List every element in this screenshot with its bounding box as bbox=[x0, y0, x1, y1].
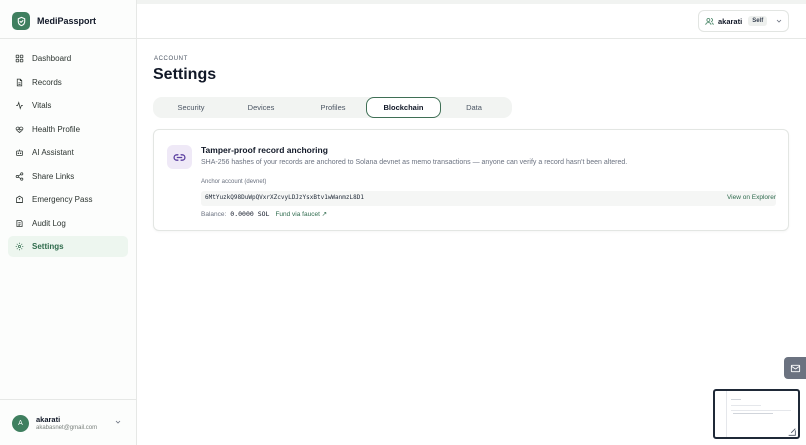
sidebar-item-records[interactable]: Records bbox=[8, 72, 128, 93]
anchor-account-label: Anchor account (devnet) bbox=[201, 179, 267, 185]
card-description: SHA-256 hashes of your records are ancho… bbox=[201, 159, 628, 166]
heart-icon bbox=[15, 126, 24, 133]
sidebar-item-label: Emergency Pass bbox=[32, 195, 93, 204]
bot-icon bbox=[16, 149, 23, 156]
sidebar-item-label: AI Assistant bbox=[32, 148, 74, 157]
sidebar-item-label: Health Profile bbox=[32, 124, 81, 134]
grid-icon bbox=[15, 54, 24, 63]
sidebar-item-label: Records bbox=[32, 77, 62, 87]
balance-value: 0.0000 SOL bbox=[230, 210, 270, 218]
divider bbox=[0, 38, 137, 39]
view-on-explorer-link[interactable]: View on Explorer bbox=[727, 194, 776, 201]
thumbnail-line bbox=[731, 399, 741, 400]
settings-tabs: Security Devices Profiles Blockchain Dat… bbox=[153, 97, 512, 118]
thumbnail-line bbox=[733, 413, 773, 414]
account-email: akabasnet@gmail.com bbox=[36, 425, 98, 431]
account-switcher[interactable]: A akarati akabasnet@gmail.com bbox=[0, 399, 137, 445]
resize-corner-icon[interactable] bbox=[786, 427, 798, 437]
users-icon bbox=[705, 17, 714, 25]
chevron-down-icon bbox=[115, 420, 121, 424]
gear-icon bbox=[15, 242, 24, 251]
thumbnail-line bbox=[731, 410, 791, 411]
thumbnail-sidebar bbox=[715, 391, 727, 437]
pulse-icon bbox=[16, 101, 23, 110]
tab-devices[interactable]: Devices bbox=[225, 97, 297, 118]
header-user-name: akarati bbox=[718, 16, 743, 26]
sidebar: MediPassport Dashboard Records Vitals He… bbox=[0, 0, 137, 445]
profile-badge: Self bbox=[748, 16, 768, 26]
sidebar-item-health-profile[interactable]: Health Profile bbox=[8, 119, 128, 140]
card-title: Tamper-proof record anchoring bbox=[201, 145, 328, 155]
user-menu-button[interactable]: akarati Self bbox=[698, 10, 789, 32]
sidebar-item-ai-assistant[interactable]: AI Assistant bbox=[8, 142, 128, 163]
sidebar-item-dashboard[interactable]: Dashboard bbox=[8, 48, 128, 69]
link-icon bbox=[167, 145, 192, 169]
account-name: akarati bbox=[36, 415, 61, 424]
sidebar-item-label: Dashboard bbox=[32, 54, 72, 63]
tab-security[interactable]: Security bbox=[153, 97, 229, 118]
sidebar-item-share-links[interactable]: Share Links bbox=[8, 166, 128, 187]
balance-label: Balance: bbox=[201, 210, 227, 218]
sidebar-nav: Dashboard Records Vitals Health Profile … bbox=[8, 48, 128, 260]
ambulance-icon bbox=[16, 195, 23, 203]
sidebar-item-vitals[interactable]: Vitals bbox=[8, 95, 128, 116]
page-eyebrow: ACCOUNT bbox=[154, 56, 188, 62]
fund-via-faucet-link[interactable]: Fund via faucet ↗ bbox=[275, 210, 327, 218]
page-title: Settings bbox=[153, 66, 217, 83]
header-divider bbox=[137, 38, 806, 39]
balance-row: Balance: 0.0000 SOL Fund via faucet ↗ bbox=[201, 210, 327, 218]
anchor-account-field[interactable]: 6MtYuzkQ98DuWpQVxrXZcvyLDJzYsxBtv1wWanmz… bbox=[201, 191, 776, 206]
sidebar-item-label: Audit Log bbox=[32, 218, 66, 228]
mail-icon bbox=[790, 364, 800, 372]
blockchain-anchoring-card: Tamper-proof record anchoring SHA-256 ha… bbox=[153, 129, 789, 231]
tab-data[interactable]: Data bbox=[438, 97, 510, 118]
sidebar-item-audit-log[interactable]: Audit Log bbox=[8, 213, 128, 234]
anchor-account-address: 6MtYuzkQ98DuWpQVxrXZcvyLDJzYsxBtv1wWanmz… bbox=[205, 194, 364, 201]
shield-logo-icon bbox=[12, 12, 30, 30]
sidebar-item-emergency-pass[interactable]: Emergency Pass bbox=[8, 189, 128, 210]
avatar: A bbox=[12, 415, 29, 432]
log-icon bbox=[16, 219, 23, 227]
file-icon bbox=[16, 78, 23, 86]
tab-blockchain[interactable]: Blockchain bbox=[366, 97, 441, 118]
thumbnail-line bbox=[731, 405, 761, 406]
sidebar-item-label: Share Links bbox=[32, 171, 75, 181]
sidebar-item-settings[interactable]: Settings bbox=[8, 236, 128, 257]
feedback-widget-button[interactable] bbox=[784, 357, 806, 379]
share-icon bbox=[15, 171, 24, 181]
sidebar-item-label: Vitals bbox=[32, 101, 52, 110]
tab-profiles[interactable]: Profiles bbox=[297, 97, 369, 118]
brand[interactable]: MediPassport bbox=[12, 11, 96, 31]
brand-name: MediPassport bbox=[37, 16, 97, 26]
sidebar-item-label: Settings bbox=[32, 242, 64, 251]
chevron-down-icon bbox=[776, 19, 782, 23]
